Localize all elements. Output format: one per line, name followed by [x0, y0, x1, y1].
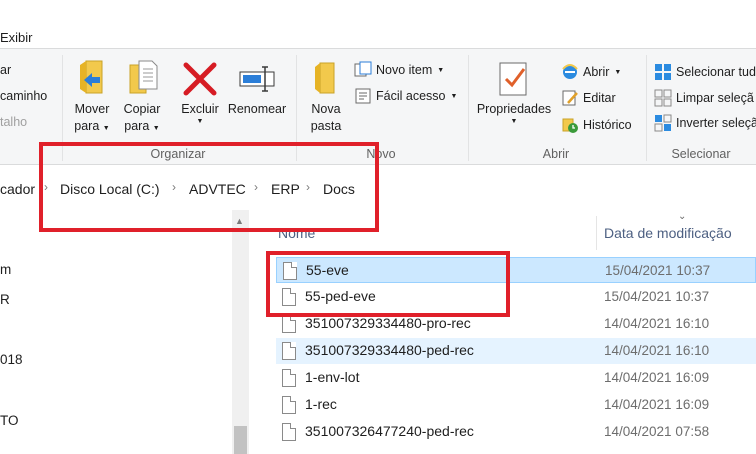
chevron-down-icon: ▼ [437, 66, 445, 74]
chevron-down-icon: ▼ [152, 125, 160, 132]
select-none-button[interactable]: Limpar seleçã [654, 87, 754, 109]
copy-to-label-2: para ▼ [112, 118, 172, 137]
column-header-date[interactable]: Data de modificação [604, 225, 732, 241]
new-folder-icon [306, 59, 346, 99]
file-icon [282, 369, 296, 387]
file-date: 15/04/2021 10:37 [604, 289, 710, 304]
edit-icon [561, 89, 579, 107]
ribbon-divider [468, 55, 469, 161]
open-button[interactable]: Abrir ▼ [561, 61, 621, 83]
nav-scrollbar-thumb[interactable] [234, 426, 247, 454]
new-item-button[interactable]: Novo item ▼ [354, 59, 444, 81]
select-none-icon [654, 89, 672, 107]
new-item-icon [354, 61, 372, 79]
chevron-down-icon: ▼ [510, 118, 518, 125]
new-folder-label-2: pasta [310, 119, 342, 133]
group-label-selecionar: Selecionar [671, 147, 731, 161]
navigation-pane: m R 018 TO [0, 210, 252, 454]
sort-chevron-icon: ⌄ [678, 211, 687, 222]
file-name: 351007329334480-pro-rec [305, 315, 471, 331]
ribbon-divider [646, 55, 647, 161]
annotation-highlight-address [39, 142, 379, 232]
easy-access-icon [354, 87, 372, 105]
copy-to-button[interactable]: Copiar para ▼ [112, 59, 172, 145]
chevron-down-icon: ▼ [614, 68, 622, 76]
new-folder-button[interactable]: Nova pasta [296, 59, 356, 145]
select-all-label: Selecionar tud [676, 65, 756, 79]
invert-selection-button[interactable]: Inverter seleçã [654, 112, 756, 134]
file-icon [282, 342, 296, 360]
nav-item[interactable]: m [0, 262, 11, 277]
file-date: 14/04/2021 16:09 [604, 397, 710, 412]
properties-label: Propriedades [476, 102, 552, 116]
edit-button[interactable]: Editar [561, 87, 616, 109]
nav-item[interactable]: TO [0, 413, 19, 428]
nav-item[interactable]: 018 [0, 352, 23, 367]
easy-access-button[interactable]: Fácil acesso ▼ [354, 85, 457, 107]
nav-item[interactable]: R [0, 292, 10, 307]
ribbon-left-cut-item-2[interactable]: caminho [0, 89, 47, 103]
chevron-down-icon: ▼ [102, 125, 110, 132]
chevron-down-icon: ▼ [196, 118, 204, 125]
history-button[interactable]: Histórico [561, 114, 632, 136]
tab-exibir[interactable]: Exibir [0, 30, 33, 45]
select-none-label: Limpar seleçã [676, 91, 754, 105]
breadcrumb-item[interactable]: cador [0, 181, 35, 197]
file-icon [282, 423, 296, 441]
ribbon-left-cut-item-3: talho [0, 115, 28, 129]
chevron-down-icon: ▼ [450, 92, 458, 100]
file-row[interactable]: 1-env-lot 14/04/2021 16:09 [276, 365, 756, 391]
column-divider[interactable] [596, 216, 597, 250]
copy-to-label-1: Copiar [123, 102, 161, 116]
properties-icon [494, 59, 534, 99]
invert-selection-icon [654, 114, 672, 132]
file-name: 351007329334480-ped-rec [305, 342, 474, 358]
copy-to-icon [122, 59, 162, 99]
easy-access-label: Fácil acesso [376, 89, 446, 103]
new-item-label: Novo item [376, 63, 433, 77]
file-icon [282, 396, 296, 414]
rename-label: Renomear [227, 102, 287, 116]
file-date: 14/04/2021 16:10 [604, 343, 710, 358]
file-icon [282, 315, 296, 333]
select-all-icon [654, 63, 672, 81]
file-name: 351007326477240-ped-rec [305, 423, 474, 439]
file-row[interactable]: 351007326477240-ped-rec 14/04/2021 07:58 [276, 419, 756, 445]
group-label-abrir: Abrir [542, 147, 570, 161]
file-date: 14/04/2021 16:09 [604, 370, 710, 385]
properties-button[interactable]: Propriedades ▼ [472, 59, 556, 145]
copy-to-label-2-text: para [124, 119, 150, 133]
history-icon [561, 116, 579, 134]
edit-label: Editar [583, 91, 616, 105]
file-row[interactable]: 1-rec 14/04/2021 16:09 [276, 392, 756, 418]
nav-scrollbar[interactable] [232, 210, 249, 454]
open-label: Abrir [583, 65, 610, 79]
file-row[interactable]: 351007329334480-ped-rec 14/04/2021 16:10 [276, 338, 756, 364]
file-date: 15/04/2021 10:37 [605, 263, 711, 278]
file-date: 14/04/2021 07:58 [604, 424, 710, 439]
move-to-icon [72, 59, 112, 99]
new-folder-label-1: Nova [311, 102, 341, 116]
ribbon-left-cut-item-1[interactable]: ar [0, 63, 11, 77]
open-icon [561, 63, 579, 81]
move-to-label-2-text: para [74, 119, 100, 133]
file-name: 1-rec [305, 396, 337, 412]
invert-selection-label: Inverter seleçã [676, 116, 756, 130]
ribbon-tabs-bar: Exibir [0, 0, 756, 48]
delete-button[interactable]: Excluir ▼ [170, 59, 230, 145]
delete-icon [180, 59, 220, 99]
select-all-button[interactable]: Selecionar tud [654, 61, 756, 83]
rename-button[interactable]: Renomear [226, 59, 288, 145]
annotation-highlight-files [266, 251, 510, 317]
file-date: 14/04/2021 16:10 [604, 316, 710, 331]
rename-icon [237, 59, 277, 99]
delete-label: Excluir [181, 102, 219, 116]
history-label: Histórico [583, 118, 632, 132]
file-name: 1-env-lot [305, 369, 360, 385]
